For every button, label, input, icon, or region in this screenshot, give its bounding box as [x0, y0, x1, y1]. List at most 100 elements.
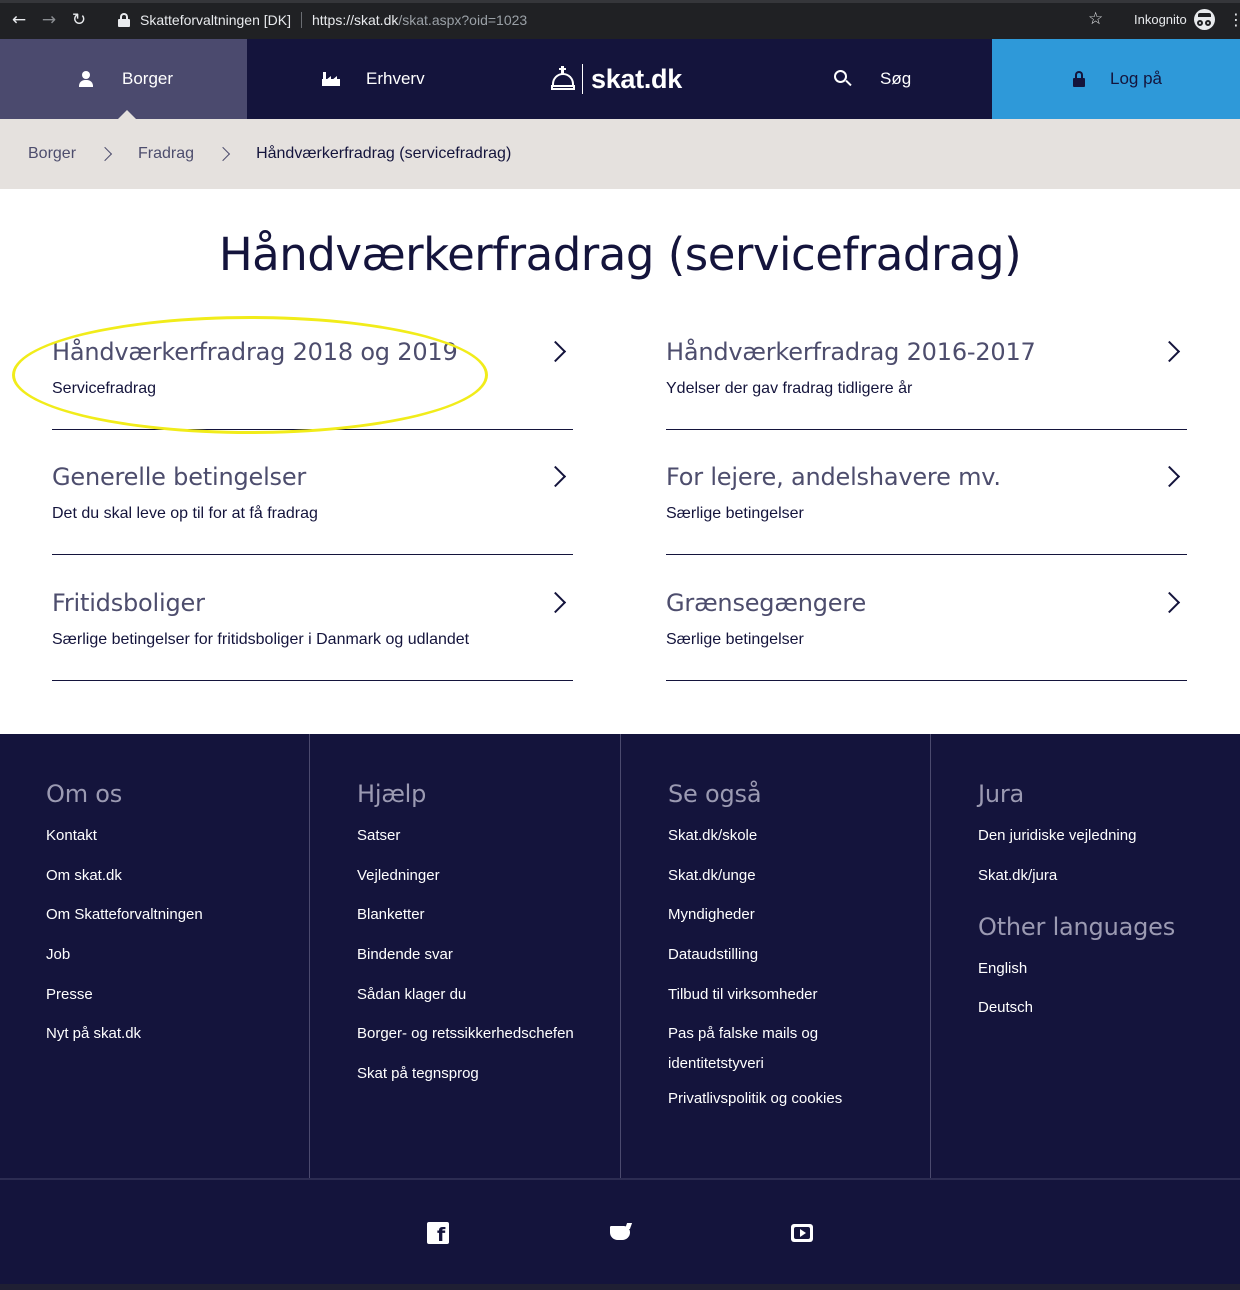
twitter-icon[interactable] — [609, 1222, 633, 1244]
card-subtitle: Særlige betingelser for fritidsboliger i… — [52, 631, 470, 648]
card-fritidsboliger[interactable]: Fritidsboliger Særlige betingelser for f… — [52, 589, 573, 681]
footer-link[interactable]: Job — [46, 945, 309, 965]
breadcrumb: Borger Fradrag Håndværkerfradrag (servic… — [0, 119, 1240, 189]
footer-link[interactable]: Tilbud til virksomheder — [668, 985, 930, 1005]
breadcrumb-borger[interactable]: Borger — [28, 145, 76, 163]
back-icon[interactable]: ← — [4, 5, 34, 35]
footer-column-jura: Jura Den juridiske vejledning Skat.dk/ju… — [930, 734, 1240, 1178]
chevron-right-icon — [1158, 591, 1181, 614]
facebook-icon[interactable]: f — [427, 1222, 449, 1245]
url-host: https://skat.dk — [311, 11, 399, 28]
footer-heading-other-languages: Other languages — [978, 912, 1176, 941]
nav-erhverv[interactable]: Erhverv — [322, 39, 425, 119]
footer-link[interactable]: Om Skatteforvaltningen — [46, 905, 309, 925]
footer-divider — [0, 1178, 1240, 1180]
footer-link[interactable]: Dataudstilling — [668, 945, 930, 965]
page-title: Håndværkerfradrag (servicefradrag) — [218, 228, 1022, 281]
footer-link[interactable]: Skat på tegnsprog — [357, 1064, 620, 1084]
footer-heading: Se også — [668, 780, 762, 808]
footer-link[interactable]: Skat.dk/unge — [668, 866, 930, 886]
crown-icon — [550, 66, 576, 92]
nav-erhverv-label: Erhverv — [366, 69, 425, 88]
search-icon — [834, 70, 852, 88]
footer-link-english[interactable]: English — [978, 959, 1240, 979]
search-button[interactable]: Søg — [834, 39, 911, 119]
browser-toolbar: ← → ↻ Skatteforvaltningen [DK] https://s… — [0, 0, 1240, 39]
lock-icon[interactable] — [118, 12, 130, 27]
footer-link[interactable]: Skat.dk/skole — [668, 826, 930, 846]
logo-divider — [582, 64, 583, 94]
youtube-icon[interactable] — [791, 1222, 813, 1244]
footer-link[interactable]: Den juridiske vejledning — [978, 826, 1240, 846]
login-label: Log på — [1110, 69, 1162, 88]
footer-heading: Om os — [46, 780, 123, 808]
nav-borger[interactable]: Borger — [0, 39, 247, 120]
incognito-icon[interactable] — [1194, 9, 1215, 30]
bookmark-star-icon[interactable]: ☆ — [1088, 9, 1103, 29]
card-subtitle: Det du skal leve op til for at få fradra… — [52, 505, 318, 522]
logo-text: skat.dk — [591, 63, 682, 94]
card-title: Generelle betingelser — [52, 463, 307, 491]
footer-link[interactable]: Privatlivspolitik og cookies — [668, 1089, 930, 1109]
card-graensegaengere[interactable]: Grænsegængere Særlige betingelser — [666, 589, 1187, 681]
footer-link[interactable]: Borger- og retssikkerhedschefen — [357, 1024, 620, 1044]
skat-logo[interactable]: skat.dk — [550, 39, 682, 119]
footer-column-se-ogsaa: Se også Skat.dk/skole Skat.dk/unge Myndi… — [620, 734, 930, 1178]
breadcrumb-fradrag[interactable]: Fradrag — [138, 145, 194, 163]
reload-icon[interactable]: ↻ — [64, 5, 94, 35]
card-haandvaerkerfradrag-2016-2017[interactable]: Håndværkerfradrag 2016-2017 Ydelser der … — [666, 338, 1187, 430]
card-subtitle: Særlige betingelser — [666, 505, 804, 522]
chevron-right-icon — [1158, 465, 1181, 488]
card-subtitle: Ydelser der gav fradrag tidligere år — [666, 380, 913, 397]
card-title: For lejere, andelshavere mv. — [666, 463, 1001, 491]
card-title: Håndværkerfradrag 2018 og 2019 — [52, 338, 458, 366]
footer-link-deutsch[interactable]: Deutsch — [978, 998, 1240, 1018]
forward-icon[interactable]: → — [34, 5, 64, 35]
site-header: Borger Erhverv skat.dk Søg Log på — [0, 39, 1240, 120]
chevron-right-icon — [544, 340, 567, 363]
card-generelle-betingelser[interactable]: Generelle betingelser Det du skal leve o… — [52, 463, 573, 555]
tab-strip — [0, 0, 1240, 3]
menu-icon[interactable]: ⋮ — [1228, 10, 1240, 30]
card-haandvaerkerfradrag-2018-2019[interactable]: Håndværkerfradrag 2018 og 2019 Servicefr… — [52, 338, 573, 430]
card-subtitle: Servicefradrag — [52, 380, 157, 397]
footer-column-om-os: Om os Kontakt Om skat.dk Om Skatteforval… — [0, 734, 309, 1178]
footer-link[interactable]: Vejledninger — [357, 866, 620, 886]
footer-column-hjaelp: Hjælp Satser Vejledninger Blanketter Bin… — [309, 734, 620, 1178]
chevron-right-icon — [1158, 340, 1181, 363]
login-button[interactable]: Log på — [992, 39, 1240, 119]
breadcrumb-current: Håndværkerfradrag (servicefradrag) — [256, 145, 512, 162]
footer-link[interactable]: Skat.dk/jura — [978, 866, 1240, 886]
footer-bottom-bar — [0, 1284, 1240, 1290]
card-title: Grænsegængere — [666, 589, 867, 617]
footer-link[interactable]: Bindende svar — [357, 945, 620, 965]
user-icon — [78, 71, 94, 87]
url-path: /skat.aspx?oid=1023 — [398, 11, 528, 28]
footer-link[interactable]: Sådan klager du — [357, 985, 620, 1005]
chevron-right-icon — [544, 465, 567, 488]
padlock-icon — [1073, 71, 1085, 87]
footer-heading: Jura — [978, 780, 1025, 808]
chevron-right-icon — [215, 146, 231, 162]
footer-link[interactable]: Presse — [46, 985, 309, 1005]
footer-heading: Hjælp — [357, 780, 427, 808]
card-title: Håndværkerfradrag 2016-2017 — [666, 338, 1036, 366]
card-lejere-andelshavere[interactable]: For lejere, andelshavere mv. Særlige bet… — [666, 463, 1187, 555]
address-bar[interactable]: Skatteforvaltningen [DK] https://skat.dk… — [106, 6, 1116, 33]
nav-borger-label: Borger — [122, 69, 174, 88]
footer-link[interactable]: Myndigheder — [668, 905, 930, 925]
footer-link[interactable]: Pas på falske mails og identitetstyveri — [668, 1019, 848, 1079]
chevron-right-icon — [97, 146, 113, 162]
footer-link[interactable]: Blanketter — [357, 905, 620, 925]
site-footer: Om os Kontakt Om skat.dk Om Skatteforval… — [0, 734, 1240, 1290]
footer-link[interactable]: Satser — [357, 826, 620, 846]
search-label: Søg — [880, 69, 912, 88]
card-subtitle: Særlige betingelser — [666, 631, 804, 648]
factory-icon — [322, 72, 340, 86]
footer-link[interactable]: Om skat.dk — [46, 866, 309, 886]
card-title: Fritidsboliger — [52, 589, 205, 617]
footer-link[interactable]: Nyt på skat.dk — [46, 1024, 309, 1044]
url-divider — [300, 11, 302, 28]
site-identity: Skatteforvaltningen [DK] — [140, 11, 291, 28]
footer-link[interactable]: Kontakt — [46, 826, 309, 846]
